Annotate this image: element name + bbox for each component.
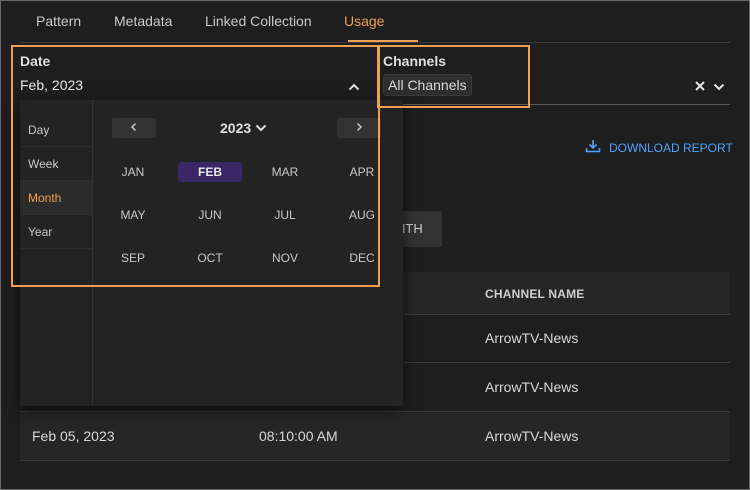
download-report-label: DOWNLOAD REPORT (609, 140, 733, 155)
cell-date: Feb 05, 2023 (32, 428, 115, 444)
month-mar[interactable]: MAR (253, 162, 317, 182)
chevron-left-icon (131, 123, 136, 131)
chevron-down-icon (255, 124, 267, 132)
chevron-right-icon (357, 123, 362, 131)
month-nov[interactable]: NOV (253, 248, 317, 268)
month-oct[interactable]: OCT (178, 248, 242, 268)
channels-underline (383, 104, 730, 105)
tab-metadata[interactable]: Metadata (114, 13, 172, 41)
date-value[interactable]: Feb, 2023 (20, 77, 83, 93)
month-aug[interactable]: AUG (330, 205, 394, 225)
download-icon (585, 139, 601, 156)
month-jun[interactable]: JUN (178, 205, 242, 225)
chevron-down-icon[interactable] (713, 80, 725, 98)
panel-divider (92, 100, 93, 406)
active-tab-indicator (348, 40, 418, 42)
date-picker-panel: Day Week Month Year 2023 JAN FEB MAR APR… (20, 100, 403, 406)
tab-pattern[interactable]: Pattern (36, 13, 81, 41)
granularity-week[interactable]: Week (20, 147, 92, 181)
channel-chip[interactable]: All Channels (383, 74, 472, 96)
clear-icon[interactable] (694, 79, 706, 97)
month-may[interactable]: MAY (101, 205, 165, 225)
month-jan[interactable]: JAN (101, 162, 165, 182)
granularity-month[interactable]: Month (20, 181, 92, 215)
download-report-link[interactable]: DOWNLOAD REPORT (585, 139, 733, 156)
month-sep[interactable]: SEP (101, 248, 165, 268)
month-apr[interactable]: APR (330, 162, 394, 182)
month-dec[interactable]: DEC (330, 248, 394, 268)
tab-linked-collection[interactable]: Linked Collection (205, 13, 312, 41)
cell-time: 08:10:00 AM (259, 428, 338, 444)
cell-channel: ArrowTV-News (485, 379, 579, 395)
table-row[interactable]: Feb 05, 2023 08:10:00 AM ArrowTV-News (20, 412, 730, 461)
year-selector[interactable]: 2023 (220, 120, 267, 136)
chevron-up-icon[interactable] (348, 80, 360, 98)
month-feb[interactable]: FEB (178, 162, 242, 182)
next-year-button[interactable] (337, 118, 381, 138)
granularity-list: Day Week Month Year (20, 100, 92, 256)
month-jul[interactable]: JUL (253, 205, 317, 225)
cell-channel: ArrowTV-News (485, 428, 579, 444)
channels-label: Channels (383, 53, 447, 69)
tab-bar: Pattern Metadata Linked Collection Usage (20, 0, 730, 43)
date-label: Date (20, 53, 51, 69)
cell-channel: ArrowTV-News (485, 330, 579, 346)
granularity-day[interactable]: Day (20, 113, 92, 147)
column-header-channel-name[interactable]: CHANNEL NAME (485, 287, 585, 301)
prev-year-button[interactable] (112, 118, 156, 138)
granularity-year[interactable]: Year (20, 215, 92, 249)
year-label: 2023 (220, 120, 252, 136)
tab-usage[interactable]: Usage (344, 13, 384, 41)
